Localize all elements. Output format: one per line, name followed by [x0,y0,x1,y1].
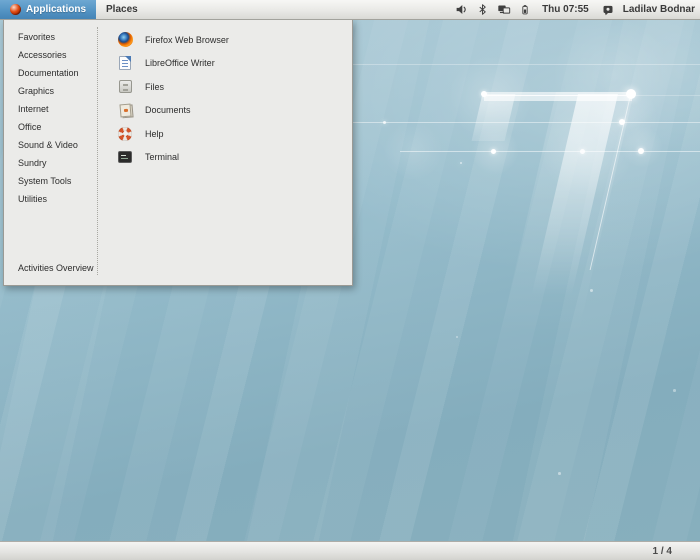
activities-overview-button[interactable]: Activities Overview [4,259,94,277]
distro-logo-icon [10,4,21,15]
wallpaper-node [383,121,386,124]
app-item-libreoffice-writer[interactable]: LibreOffice Writer [109,52,348,76]
files-icon [117,79,133,95]
bottom-panel: 1 / 4 [0,541,700,560]
wallpaper-node [460,162,462,164]
user-status-icon [601,3,615,17]
category-accessories[interactable]: Accessories [4,46,96,64]
wallpaper-node [491,149,496,154]
applications-menu-popup: Favorites Accessories Documentation Grap… [3,20,353,286]
category-internet[interactable]: Internet [4,100,96,118]
user-name: Ladilav Bodnar [623,4,695,15]
wallpaper-node [626,89,636,99]
app-item-documents[interactable]: Documents [109,99,348,123]
app-item-files[interactable]: Files [109,75,348,99]
category-system-tools[interactable]: System Tools [4,172,96,190]
wallpaper-node [456,336,458,338]
category-graphics[interactable]: Graphics [4,82,96,100]
app-label: Help [145,129,164,139]
wallpaper-line [484,95,632,96]
libreoffice-writer-icon [117,55,133,71]
bluetooth-icon[interactable] [476,3,490,17]
menu-app-list: Firefox Web Browser LibreOffice Writer F… [109,28,348,169]
category-office[interactable]: Office [4,118,96,136]
applications-menu-label: Applications [26,4,86,15]
terminal-icon [117,149,133,165]
category-documentation[interactable]: Documentation [4,64,96,82]
wallpaper-node [673,389,676,392]
volume-icon[interactable] [455,3,469,17]
app-label: Firefox Web Browser [145,35,229,45]
app-label: Terminal [145,152,179,162]
wallpaper-node [590,289,593,292]
wallpaper-line [632,95,700,96]
app-item-help[interactable]: Help [109,122,348,146]
wallpaper-node [481,91,487,97]
wallpaper-node [619,119,625,125]
workspace-indicator[interactable]: 1 / 4 [653,546,672,557]
help-icon [117,126,133,142]
app-item-terminal[interactable]: Terminal [109,146,348,170]
wallpaper-node [580,149,585,154]
wallpaper-node [558,472,561,475]
category-sundry[interactable]: Sundry [4,154,96,172]
clock[interactable]: Thu 07:55 [542,4,589,15]
battery-icon[interactable] [518,3,532,17]
wallpaper-line [352,122,700,123]
category-sound-video[interactable]: Sound & Video [4,136,96,154]
places-menu-button[interactable]: Places [96,0,148,19]
top-panel: Applications Places Thu 07:55 [0,0,700,20]
panel-status-area: Thu 07:55 Ladilav Bodnar [451,0,700,19]
category-utilities[interactable]: Utilities [4,190,96,208]
documents-icon [117,102,133,118]
menu-category-list: Favorites Accessories Documentation Grap… [4,28,96,208]
wallpaper-line [400,151,700,152]
app-label: Files [145,82,164,92]
wallpaper-line [352,64,700,65]
applications-menu-button[interactable]: Applications [0,0,96,19]
network-icon[interactable] [497,3,511,17]
user-menu-button[interactable]: Ladilav Bodnar [598,3,695,17]
category-favorites[interactable]: Favorites [4,28,96,46]
app-item-firefox[interactable]: Firefox Web Browser [109,28,348,52]
app-label: Documents [145,105,191,115]
desktop: Applications Places Thu 07:55 [0,0,700,560]
places-menu-label: Places [106,4,138,15]
wallpaper-glow [621,126,663,168]
firefox-icon [117,32,133,48]
app-label: LibreOffice Writer [145,58,215,68]
menu-separator [97,27,98,275]
panel-menus: Applications Places [0,0,148,19]
wallpaper-node [638,148,644,154]
